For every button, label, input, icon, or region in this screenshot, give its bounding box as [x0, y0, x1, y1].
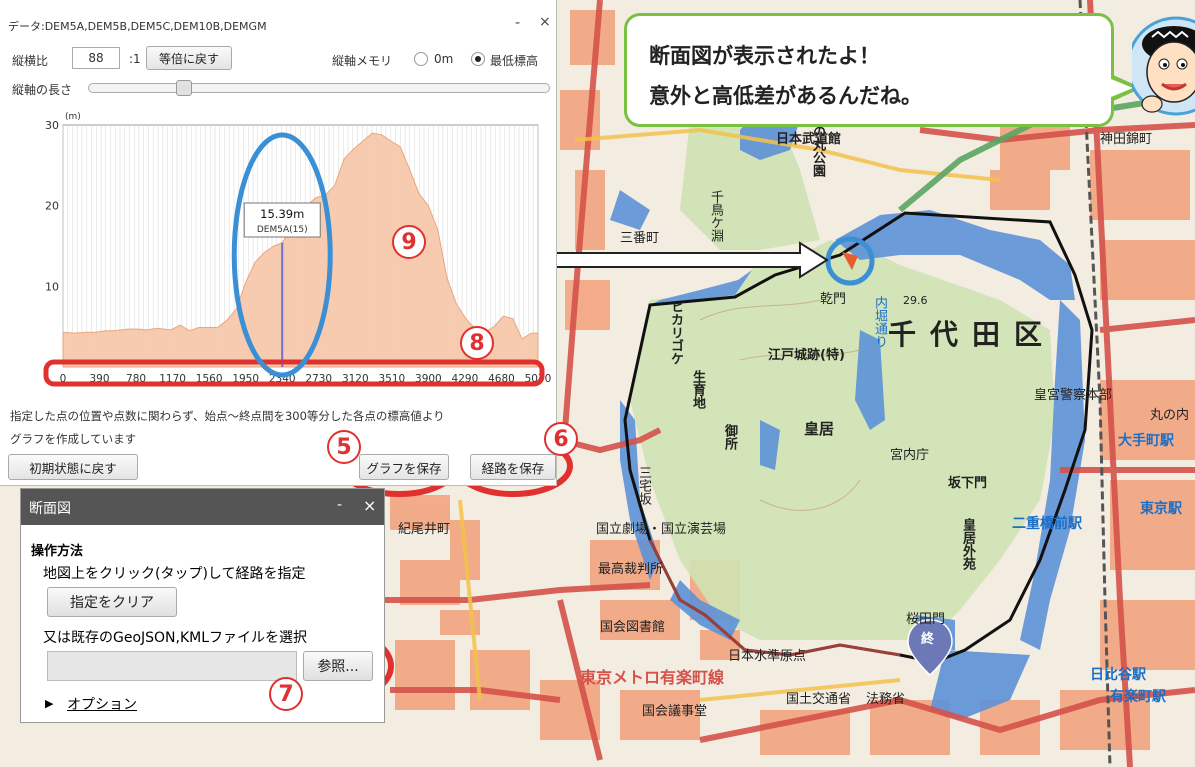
- map-label-datum-point: 日本水準原点: [728, 649, 807, 664]
- mascot-character: [1132, 4, 1195, 129]
- axis-min-radio[interactable]: [471, 52, 485, 66]
- ward-label: 千代田区: [888, 318, 1057, 351]
- note-line-1: 指定した点の位置や点数に関わらず、始点～終点間を300等分した各点の標高値より: [10, 409, 445, 423]
- map-label-uchibori: 内堀通り: [872, 296, 887, 348]
- end-marker-label[interactable]: 終: [921, 628, 934, 647]
- bubble-line-1: 断面図が表示されたよ！: [649, 44, 880, 68]
- map-label-sanbancho: 三番町: [620, 231, 660, 246]
- map-label-tokyo-station: 東京駅: [1140, 501, 1182, 517]
- chart-y-tick-label: 20: [45, 200, 59, 213]
- map-label-kioicho: 紀尾井町: [398, 522, 451, 537]
- map-label-sakashitamon: 坂下門: [948, 476, 988, 491]
- map-label-miyakezaka: 三宅坂: [636, 466, 651, 505]
- cross-section-panel: 断面図 - × 操作方法 地図上をクリック(タップ)して経路を指定 指定をクリア…: [20, 488, 385, 723]
- chart-y-tick-label: 10: [45, 280, 59, 293]
- clear-selection-button[interactable]: 指定をクリア: [47, 587, 177, 617]
- save-graph-button[interactable]: グラフを保存: [359, 454, 449, 480]
- speech-bubble: 断面図が表示されたよ！ 意外と高低差があるんだね。: [624, 13, 1114, 127]
- map-label-diet-library: 国会図書館: [600, 620, 666, 635]
- note-line-2: グラフを作成しています: [10, 432, 137, 446]
- save-route-button[interactable]: 経路を保存: [470, 454, 556, 480]
- map-label-moj: 法務省: [866, 692, 906, 707]
- axis-zero-radio[interactable]: [414, 52, 428, 66]
- profile-close-button[interactable]: ×: [539, 14, 551, 30]
- map-label-kanda: 神田錦町: [1100, 132, 1153, 147]
- panel-data-title: データ:DEM5A,DEM5B,DEM5C,DEM10B,DEMGM: [8, 20, 267, 33]
- annotation-badge-6: 6: [544, 422, 578, 456]
- axis-memory-label: 縦軸メモリ: [332, 54, 393, 68]
- reset-button[interactable]: 初期状態に戻す: [8, 454, 138, 480]
- map-label-otemachi-station: 大手町駅: [1118, 433, 1174, 449]
- options-link[interactable]: オプション: [67, 694, 137, 714]
- file-select-label: 又は既存のGeoJSON,KMLファイルを選択: [43, 630, 308, 646]
- map-label-sakuradamon: 桜田門: [906, 612, 946, 627]
- map-label-edo-castle: 江戸城跡(特): [768, 348, 845, 363]
- map-label-chidorigafuchi: 千鳥ケ淵: [708, 190, 723, 242]
- cross-section-title: 断面図: [29, 501, 71, 517]
- axis-length-label: 縦軸の長さ: [12, 83, 73, 97]
- map-label-yurakucho-line: 東京メトロ有楽町線: [580, 668, 725, 687]
- axis-length-slider[interactable]: [88, 83, 550, 93]
- ratio-suffix: :1: [129, 52, 141, 66]
- annotation-badge-9: 9: [392, 225, 426, 259]
- annotation-badge-5: 5: [327, 430, 361, 464]
- cross-section-minimize-button[interactable]: -: [337, 497, 342, 513]
- bubble-line-2: 意外と高低差があるんだね。: [649, 84, 922, 108]
- annotation-badge-7: 7: [269, 677, 303, 711]
- cross-section-close-button[interactable]: ×: [363, 496, 376, 515]
- map-label-kunaicho: 宮内庁: [890, 448, 930, 463]
- chart-tooltip-source: DEM5A(15): [257, 225, 308, 235]
- map-label-nijubashi-station: 二重橋前駅: [1012, 516, 1082, 532]
- map-label-diet: 国会議事堂: [642, 704, 708, 719]
- browse-button[interactable]: 参照...: [303, 651, 373, 681]
- chart-y-tick-label: 30: [45, 119, 59, 132]
- chart-unit-label: (m): [65, 112, 81, 122]
- axis-min-label: 最低標高: [490, 54, 539, 68]
- map-label-kokyo: 皇居: [804, 420, 835, 438]
- operation-instruction: 地図上をクリック(タップ)して経路を指定: [43, 566, 306, 582]
- map-label-imperial-police: 皇宮警察本部: [1034, 388, 1113, 403]
- cross-section-header[interactable]: 断面図 - ×: [21, 489, 384, 525]
- map-label-yurakucho-station: 有楽町駅: [1110, 689, 1166, 705]
- annotation-badge-8: 8: [460, 326, 494, 360]
- reset-ratio-button[interactable]: 等倍に戻す: [146, 46, 232, 70]
- bubble-tail-inner: [1099, 74, 1133, 102]
- chart-tooltip-value: 15.39m: [260, 207, 304, 221]
- profile-panel: データ:DEM5A,DEM5B,DEM5C,DEM10B,DEMGM - × 縦…: [0, 0, 557, 486]
- map-label-marunouchi: 丸の内: [1150, 408, 1190, 423]
- map-label-habitat: 生育地: [690, 370, 705, 409]
- map-label-hibiya-station: 日比谷駅: [1090, 667, 1146, 683]
- map-label-inui-gate: 乾門: [820, 292, 847, 307]
- map-label-national-theatre: 国立劇場・国立演芸場: [596, 522, 727, 537]
- map-label-supreme-court: 最高裁判所: [598, 562, 664, 577]
- elevation-note: 29.6: [903, 294, 928, 307]
- ratio-input[interactable]: 88: [72, 47, 120, 69]
- map-label-gosho: 御所: [722, 424, 737, 450]
- axis-length-slider-thumb[interactable]: [176, 80, 192, 96]
- map-label-kokyo-gaien: 皇居外苑: [960, 518, 975, 570]
- ratio-label: 縦横比: [12, 54, 49, 68]
- map-label-hikarigoke: ヒカリゴケ: [668, 300, 683, 365]
- profile-minimize-button[interactable]: -: [515, 15, 520, 31]
- map-label-mlit: 国土交通省: [786, 692, 852, 707]
- file-path-field[interactable]: [47, 651, 297, 681]
- operation-heading: 操作方法: [31, 544, 84, 559]
- options-arrow-icon: ▶: [45, 697, 54, 710]
- axis-zero-label: 0m: [434, 52, 454, 66]
